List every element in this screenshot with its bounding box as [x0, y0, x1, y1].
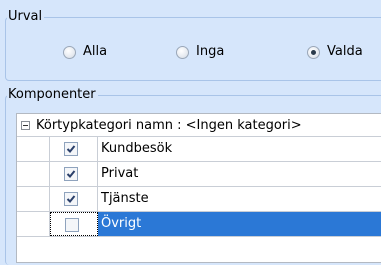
- table-row[interactable]: Privat: [17, 162, 381, 187]
- components-grid[interactable]: Körtypkategori namn : <Ingen kategori> K…: [16, 113, 381, 263]
- row-name-cell[interactable]: Övrigt: [98, 212, 381, 236]
- radio-inga-circle[interactable]: [176, 45, 189, 59]
- radio-alla-label: Alla: [83, 44, 108, 59]
- group-row-header[interactable]: Körtypkategori namn : <Ingen kategori>: [17, 114, 381, 137]
- row-indent-cell: [17, 212, 50, 236]
- row-name-cell[interactable]: Privat: [98, 162, 381, 186]
- table-row[interactable]: Kundbesök: [17, 137, 381, 162]
- row-check-cell[interactable]: [50, 212, 98, 236]
- radio-inga[interactable]: Inga: [176, 44, 224, 60]
- table-row-selected[interactable]: Övrigt: [17, 212, 381, 237]
- radio-valda[interactable]: Valda: [307, 44, 363, 60]
- checkbox[interactable]: [65, 218, 79, 232]
- collapse-icon[interactable]: [21, 120, 30, 130]
- radio-alla[interactable]: Alla: [63, 44, 107, 60]
- row-check-cell[interactable]: [50, 187, 98, 211]
- checkbox[interactable]: [64, 142, 78, 156]
- row-name-cell[interactable]: Kundbesök: [98, 137, 381, 161]
- row-check-cell[interactable]: [50, 137, 98, 161]
- radio-inga-label: Inga: [196, 44, 225, 59]
- row-check-cell[interactable]: [50, 162, 98, 186]
- checkmark-icon: [66, 195, 76, 203]
- radio-valda-label: Valda: [327, 44, 363, 59]
- checkmark-icon: [66, 145, 76, 153]
- row-indent-cell: [17, 187, 50, 211]
- row-indent-cell: [17, 162, 50, 186]
- urval-group-title: Urval: [7, 9, 45, 25]
- radio-valda-circle[interactable]: [307, 45, 320, 59]
- table-row[interactable]: Tjänste: [17, 187, 381, 212]
- checkbox[interactable]: [64, 167, 78, 181]
- radio-alla-circle[interactable]: [63, 45, 76, 59]
- group-row-label: Körtypkategori namn : <Ingen kategori>: [36, 117, 302, 133]
- checkbox[interactable]: [64, 192, 78, 206]
- row-indent-cell: [17, 137, 50, 161]
- komponenter-group-title: Komponenter: [7, 87, 98, 103]
- checkmark-icon: [66, 170, 76, 178]
- row-name-cell[interactable]: Tjänste: [98, 187, 381, 211]
